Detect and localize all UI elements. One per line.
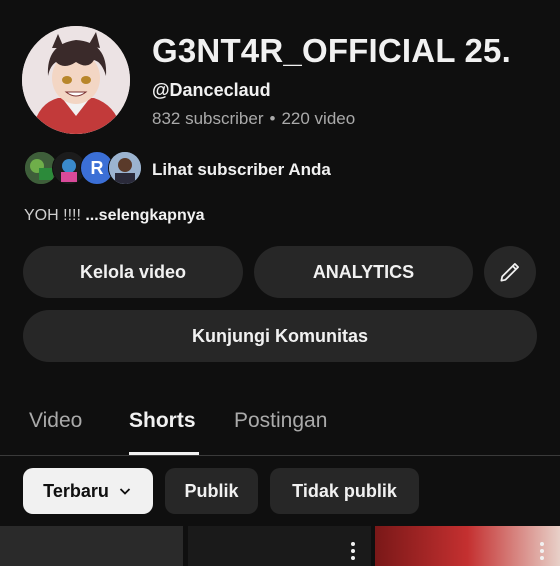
analytics-button[interactable]: ANALYTICS xyxy=(254,246,473,298)
description-text: YOH !!!! xyxy=(24,207,86,224)
short-thumbnail[interactable] xyxy=(188,526,371,566)
manage-videos-button[interactable]: Kelola video xyxy=(23,246,243,298)
channel-description[interactable]: YOH !!!! ...selengkapnya xyxy=(24,207,205,225)
edit-channel-button[interactable] xyxy=(484,246,536,298)
channel-stats: 832 subscriber • 220 video xyxy=(152,109,355,129)
tab-postingan[interactable]: Postingan xyxy=(234,409,327,433)
subscriber-avatar xyxy=(108,151,142,185)
short-thumbnail[interactable] xyxy=(0,526,183,566)
channel-name: G3NT4R_OFFICIAL 25. xyxy=(152,32,511,69)
subscriber-avatars[interactable]: R xyxy=(24,151,142,185)
chip-terbaru[interactable]: Terbaru xyxy=(23,468,153,514)
visit-community-button[interactable]: Kunjungi Komunitas xyxy=(23,310,537,362)
anime-avatar-icon xyxy=(22,26,130,134)
view-subscribers-link[interactable]: Lihat subscriber Anda xyxy=(152,160,331,180)
channel-avatar[interactable] xyxy=(22,26,130,134)
subscriber-count: 832 subscriber xyxy=(152,109,264,128)
chevron-down-icon xyxy=(119,488,130,495)
stats-separator: • xyxy=(269,109,276,128)
short-thumbnail[interactable] xyxy=(375,526,560,566)
tab-divider xyxy=(0,455,560,456)
chip-tidak-publik[interactable]: Tidak publik xyxy=(270,468,419,514)
chip-label: Terbaru xyxy=(43,480,109,501)
description-more[interactable]: ...selengkapnya xyxy=(85,207,204,224)
chip-publik[interactable]: Publik xyxy=(165,468,258,514)
channel-handle: @Danceclaud xyxy=(152,80,271,100)
tab-shorts[interactable]: Shorts xyxy=(129,409,196,433)
video-count: 220 video xyxy=(281,109,356,128)
tab-video[interactable]: Video xyxy=(29,409,82,433)
pencil-icon xyxy=(500,263,519,282)
